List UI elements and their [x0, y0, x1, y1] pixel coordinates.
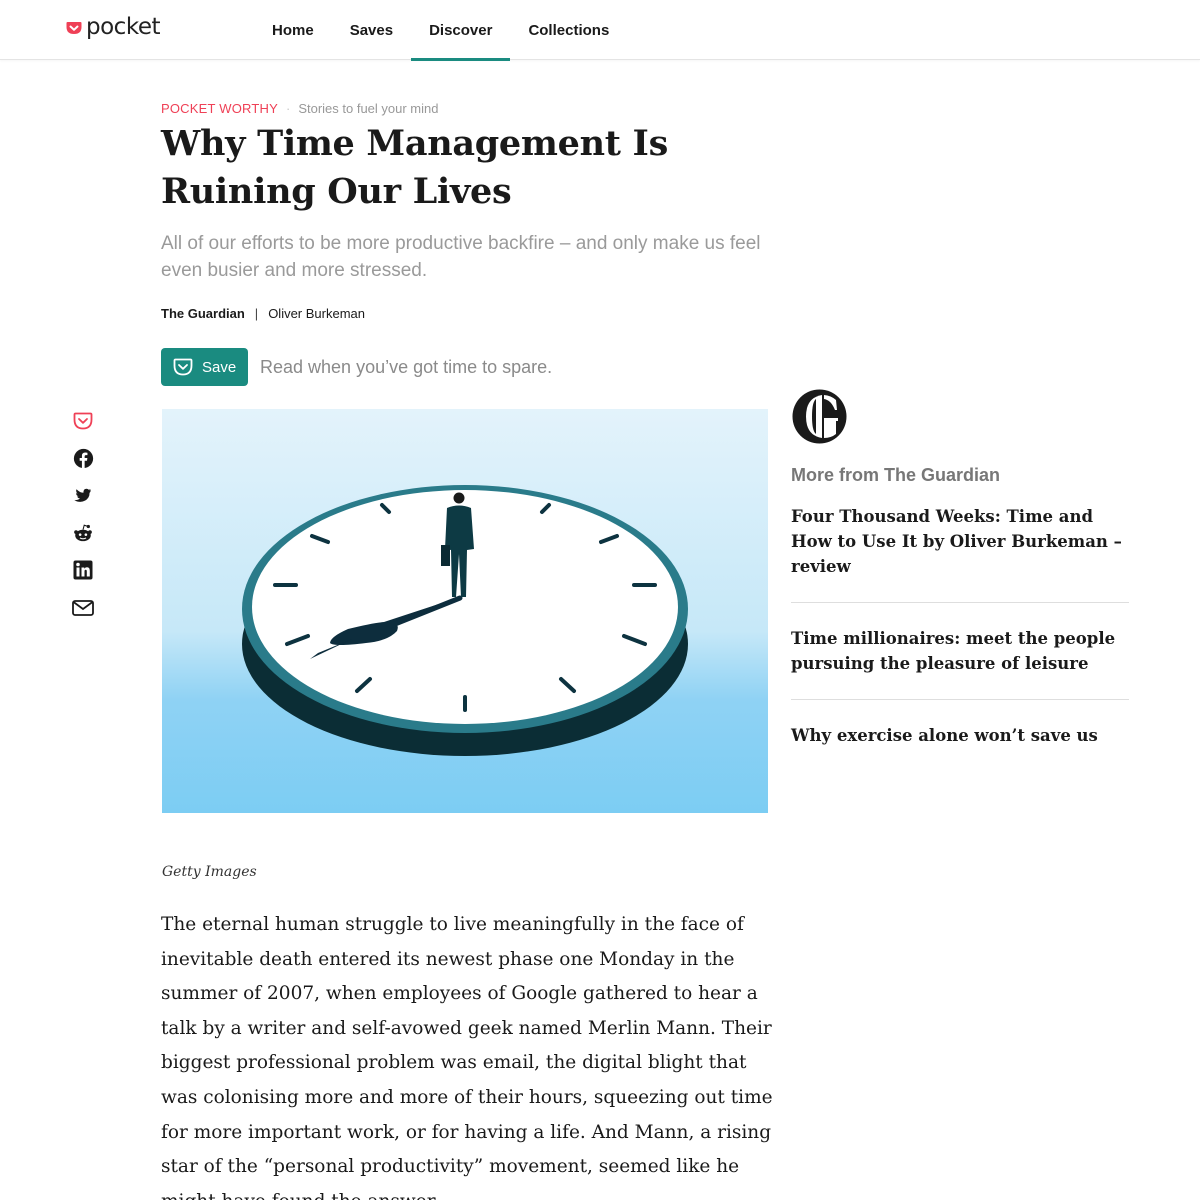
save-button-label: Save [202, 358, 237, 376]
reddit-icon[interactable] [70, 520, 96, 546]
nav-saves[interactable]: Saves [332, 0, 411, 60]
pocket-logo-icon [66, 21, 82, 34]
article-excerpt: All of our efforts to be more productive… [161, 233, 761, 281]
publisher-name: The Guardian [161, 306, 245, 321]
facebook-icon[interactable] [70, 445, 96, 471]
twitter-icon[interactable] [70, 482, 96, 508]
more-from-publisher: More from The Guardian Four Thousand Wee… [791, 388, 1129, 794]
article-hero-image [162, 409, 768, 813]
linkedin-icon[interactable] [70, 557, 96, 583]
article-body: The eternal human struggle to live meani… [161, 914, 773, 1200]
author-name: Oliver Burkeman [268, 306, 365, 321]
related-article-link[interactable]: Why exercise alone won’t save us [791, 723, 1129, 771]
save-row: Save Read when you’ve got time to spare. [161, 348, 552, 386]
article-title: Why Time Management Is Ruining Our Lives [161, 123, 668, 212]
kicker-separator: · [285, 101, 291, 116]
related-articles-list: Four Thousand Weeks: Time and How to Use… [791, 504, 1129, 771]
rail-heading: More from The Guardian [791, 465, 1001, 485]
pocket-wordmark: pocket [86, 14, 161, 40]
article-byline: The Guardian | Oliver Burkeman [161, 306, 365, 321]
pocket-logo[interactable]: pocket [66, 14, 161, 40]
top-navigation-bar: pocket Home Saves Discover Collections [0, 0, 1200, 61]
nav-home[interactable]: Home [254, 0, 332, 60]
clock-illustration [162, 409, 768, 813]
related-article-link[interactable]: Four Thousand Weeks: Time and How to Use… [791, 504, 1129, 603]
pocket-icon[interactable] [70, 408, 96, 434]
pocket-save-icon [173, 358, 193, 376]
email-icon[interactable] [70, 595, 96, 621]
nav-collections[interactable]: Collections [510, 0, 627, 60]
nav-discover[interactable]: Discover [411, 0, 511, 61]
main-nav: Home Saves Discover Collections [254, 0, 627, 61]
save-note: Read when you’ve got time to spare. [260, 356, 553, 377]
kicker-subtitle: Stories to fuel your mind [298, 101, 439, 116]
save-button[interactable]: Save [161, 348, 248, 386]
guardian-logo-icon[interactable] [791, 388, 848, 445]
article-kicker: POCKET WORTHY · Stories to fuel your min… [161, 101, 439, 116]
byline-separator: | [254, 306, 259, 321]
pocket-worthy-label[interactable]: POCKET WORTHY [161, 101, 278, 116]
image-caption: Getty Images [162, 864, 257, 880]
related-article-link[interactable]: Time millionaires: meet the people pursu… [791, 626, 1129, 700]
